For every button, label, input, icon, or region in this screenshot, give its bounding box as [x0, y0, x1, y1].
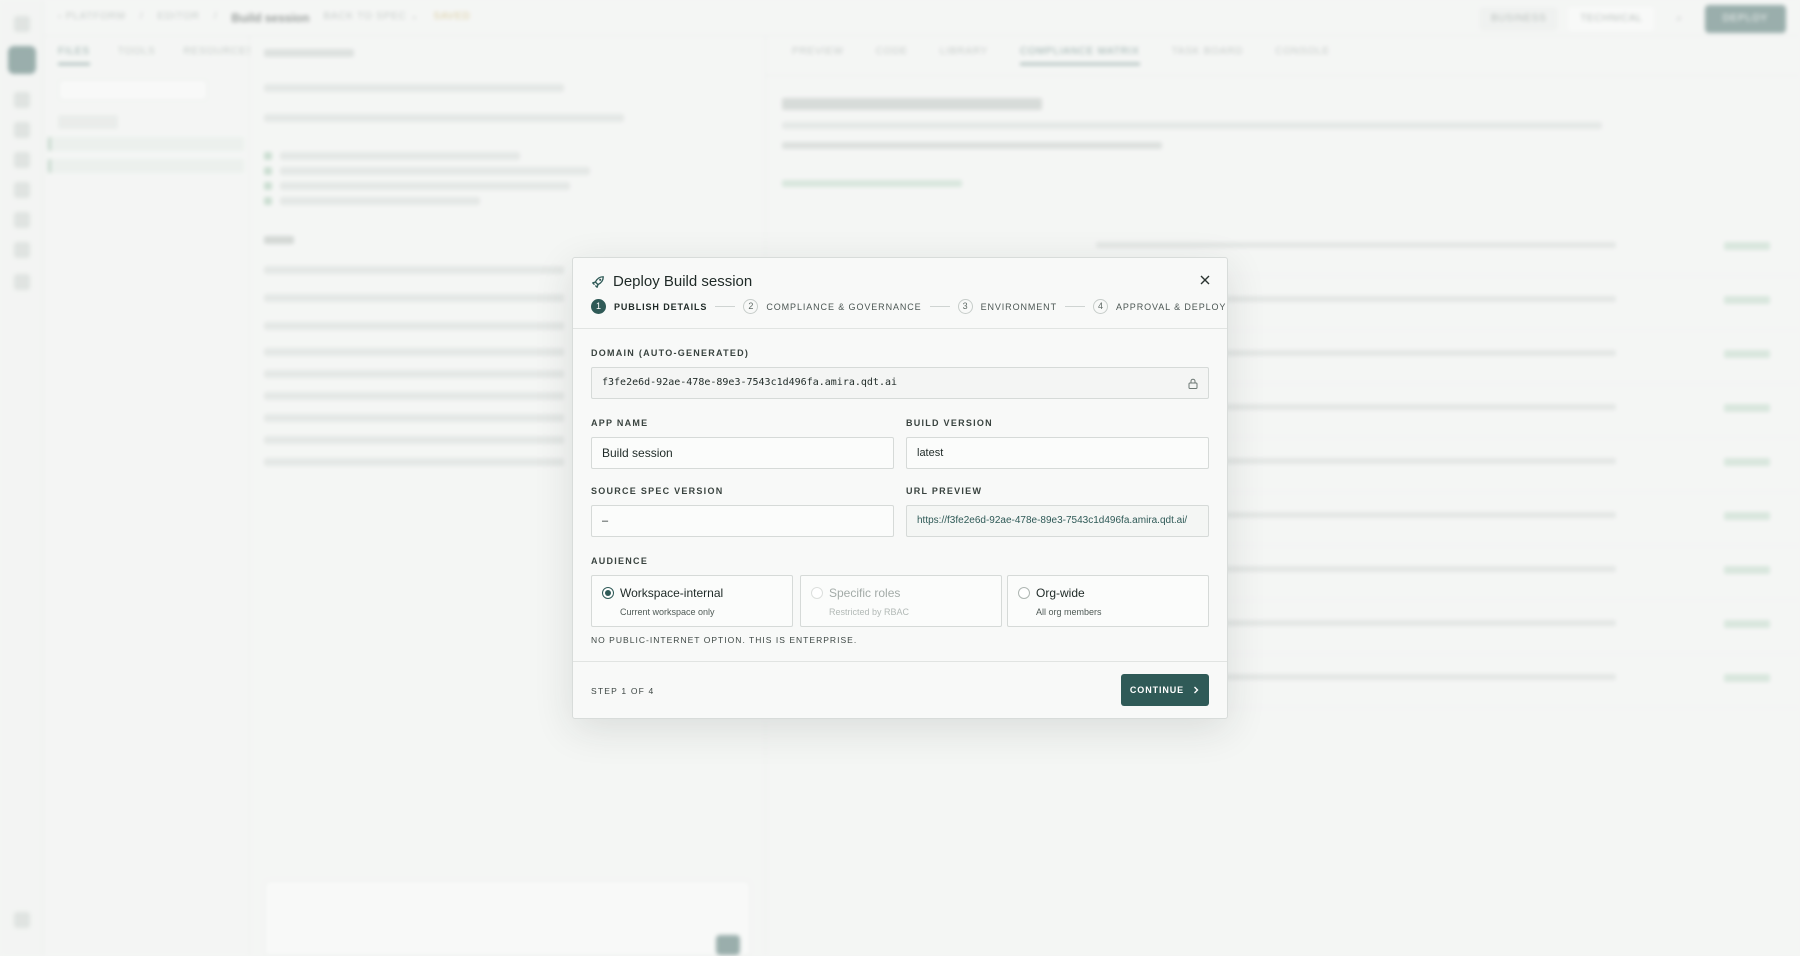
step-label: Approval & deploy: [1115, 301, 1227, 312]
domain-label: DOMAIN (AUTO-GENERATED): [591, 348, 750, 358]
step-number: 1: [591, 299, 606, 314]
lock-icon: [1188, 378, 1198, 389]
step-number: 4: [1092, 299, 1108, 314]
url-preview-label: URL PREVIEW: [906, 486, 983, 496]
radio-selected[interactable]: [602, 587, 614, 599]
radio-unselected[interactable]: [1018, 587, 1030, 599]
audience-desc: Restricted by RBAC: [829, 607, 910, 617]
audience-desc: Current workspace only: [620, 607, 715, 617]
continue-label: CONTINUE: [1129, 685, 1185, 695]
step-compliance[interactable]: 2 Compliance & governance: [743, 299, 921, 314]
step-indicator: STEP 1 OF 4: [591, 686, 655, 696]
build-version-label: BUILD VERSION: [906, 418, 993, 428]
app-name-label: APP NAME: [591, 418, 649, 428]
url-preview-field: https://f3fe2e6d-92ae-478e-89e3-7543c1d4…: [906, 505, 1209, 537]
close-icon[interactable]: [1197, 272, 1213, 288]
audience-workspace-internal[interactable]: Workspace-internal Current workspace onl…: [591, 575, 793, 627]
audience-org-wide[interactable]: Org-wide All org members: [1007, 575, 1209, 627]
app-name-input[interactable]: [591, 437, 894, 469]
modal-footer: STEP 1 OF 4 CONTINUE: [573, 661, 1227, 718]
audience-desc: All org members: [1036, 607, 1102, 617]
audience-specific-roles: Specific roles Restricted by RBAC: [800, 575, 1002, 627]
modal-title: Deploy Build session: [591, 273, 752, 290]
enterprise-note: NO PUBLIC-INTERNET OPTION. THIS IS ENTER…: [591, 635, 858, 645]
modal-title-text: Deploy Build session: [613, 273, 753, 290]
audience-label: AUDIENCE: [591, 556, 649, 566]
step-label: Compliance & governance: [766, 301, 922, 312]
audience-title: Workspace-internal: [620, 586, 724, 600]
step-environment[interactable]: 3 Environment: [957, 299, 1057, 314]
step-number: 3: [957, 299, 973, 314]
source-spec-select[interactable]: [591, 505, 894, 537]
step-approval[interactable]: 4 Approval & deploy: [1092, 299, 1227, 314]
radio-disabled: [811, 587, 823, 599]
domain-field: f3fe2e6d-92ae-478e-89e3-7543c1d496fa.ami…: [591, 367, 1209, 399]
build-version-input[interactable]: [906, 437, 1209, 469]
step-divider: [1064, 306, 1085, 307]
step-label: Publish details: [614, 301, 708, 312]
domain-value: f3fe2e6d-92ae-478e-89e3-7543c1d496fa.ami…: [602, 377, 898, 388]
step-label: Environment: [980, 301, 1057, 312]
modal-header: Deploy Build session 1 Publish details 2…: [573, 258, 1227, 329]
step-number: 2: [743, 299, 759, 314]
audience-title: Org-wide: [1036, 586, 1085, 600]
source-spec-label: SOURCE SPEC VERSION: [591, 486, 724, 496]
step-divider: [715, 306, 736, 307]
rocket-icon: [592, 275, 604, 288]
chevron-right-icon: [1194, 686, 1199, 694]
audience-title: Specific roles: [829, 586, 901, 600]
deploy-modal: Deploy Build session 1 Publish details 2…: [572, 257, 1228, 719]
continue-button[interactable]: CONTINUE: [1121, 674, 1209, 706]
step-divider: [929, 306, 950, 307]
step-publish-details[interactable]: 1 Publish details: [591, 299, 707, 314]
stepper: 1 Publish details 2 Compliance & governa…: [591, 299, 1226, 314]
